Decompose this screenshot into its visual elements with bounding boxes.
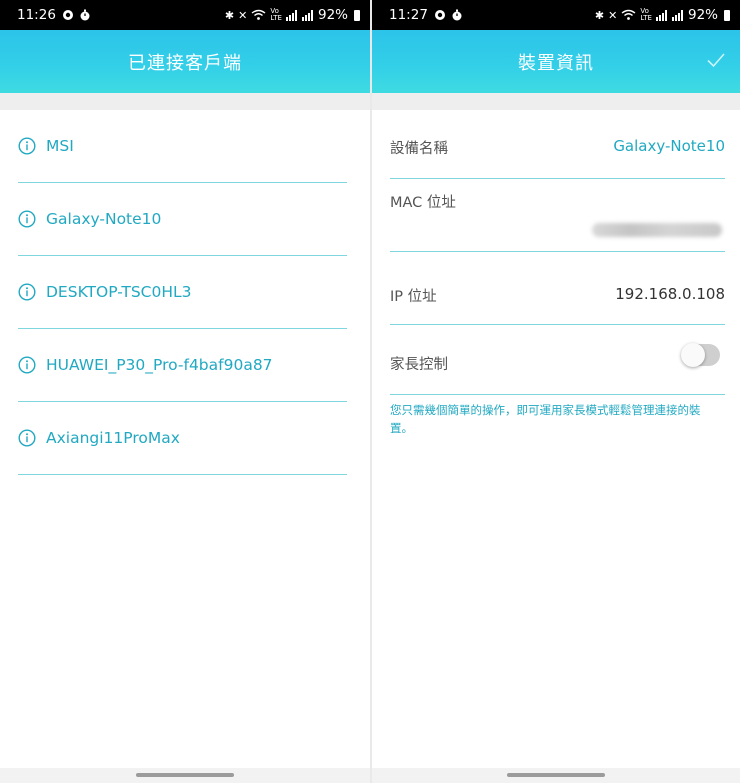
parental-control-hint: 您只需幾個簡單的操作，即可運用家長模式輕鬆管理連接的裝置。 (390, 403, 701, 435)
status-time: 11:27 (389, 7, 428, 23)
navigation-bar (0, 768, 370, 783)
volte-icon: Vo LTE (270, 7, 282, 22)
mac-value-redacted (592, 223, 722, 237)
status-time: 11:26 (17, 7, 56, 23)
signal-icon-2 (671, 9, 683, 21)
mute-icon: ✕ (238, 8, 248, 22)
client-name: DESKTOP-TSC0HL3 (46, 283, 192, 301)
sync-icon (62, 10, 73, 20)
mac-label: MAC 位址 (390, 195, 456, 211)
home-gesture-handle[interactable] (136, 773, 234, 777)
wifi-icon (621, 9, 636, 20)
bluetooth-icon: ✱ (224, 8, 235, 22)
connected-clients-screen: 11:26 ✱ ✕ Vo LTE 92% 已連接客戶端 MSI Galaxy-No… (0, 0, 370, 783)
app-bar: 裝置資訊 (372, 30, 740, 93)
device-name-row: 設備名稱 Galaxy-Note10 (390, 110, 725, 179)
ip-value: 192.168.0.108 (615, 285, 725, 303)
info-icon[interactable] (18, 356, 36, 374)
wifi-icon (251, 9, 266, 20)
device-name-value[interactable]: Galaxy-Note10 (613, 137, 725, 155)
client-name: Galaxy-Note10 (46, 210, 162, 228)
timer-icon (452, 9, 462, 21)
info-icon[interactable] (18, 137, 36, 155)
device-detail: 設備名稱 Galaxy-Note10 MAC 位址 IP 位址 192.168.… (390, 110, 725, 437)
info-icon[interactable] (18, 283, 36, 301)
client-row-huawei[interactable]: HUAWEI_P30_Pro-f4baf90a87 (18, 329, 347, 402)
client-row-axiangi[interactable]: Axiangi11ProMax (18, 402, 347, 475)
parental-control-toggle[interactable] (681, 343, 720, 367)
client-row-desktop[interactable]: DESKTOP-TSC0HL3 (18, 256, 347, 329)
client-name: MSI (46, 137, 74, 155)
status-bar: 11:26 ✱ ✕ Vo LTE 92% (0, 0, 370, 30)
battery-percent: 92% (317, 7, 348, 23)
navigation-bar (372, 768, 740, 783)
info-icon[interactable] (18, 429, 36, 447)
battery-percent: 92% (687, 7, 718, 23)
bluetooth-icon: ✱ (594, 8, 605, 22)
client-name: Axiangi11ProMax (46, 429, 180, 447)
home-gesture-handle[interactable] (507, 773, 605, 777)
signal-icon (285, 9, 297, 21)
parental-control-row: 家長控制 (390, 325, 725, 395)
info-icon[interactable] (18, 210, 36, 228)
parental-control-label: 家長控制 (390, 357, 448, 373)
status-bar: 11:27 ✱ ✕ Vo LTE 92% (372, 0, 740, 30)
check-icon[interactable] (704, 48, 728, 72)
battery-icon (724, 9, 730, 21)
signal-icon (655, 9, 667, 21)
mute-icon: ✕ (608, 8, 618, 22)
battery-icon (354, 9, 360, 21)
ip-row: IP 位址 192.168.0.108 (390, 252, 725, 325)
section-spacer (372, 93, 740, 110)
device-name-label: 設備名稱 (390, 141, 448, 157)
timer-icon (80, 9, 90, 21)
section-spacer (0, 93, 370, 110)
toggle-knob (681, 343, 705, 367)
client-list: MSI Galaxy-Note10 DESKTOP-TSC0HL3 HUAWEI… (18, 110, 347, 475)
client-row-msi[interactable]: MSI (18, 110, 347, 183)
page-title: 裝置資訊 (518, 52, 594, 74)
device-info-screen: 11:27 ✱ ✕ Vo LTE 92% 裝置資訊 設備名稱 Galaxy-Not… (372, 0, 740, 783)
client-row-galaxy-note10[interactable]: Galaxy-Note10 (18, 183, 347, 256)
volte-icon: Vo LTE (640, 7, 652, 22)
app-bar: 已連接客戶端 (0, 30, 370, 93)
mac-row: MAC 位址 (390, 179, 725, 252)
client-name: HUAWEI_P30_Pro-f4baf90a87 (46, 356, 273, 374)
ip-label: IP 位址 (390, 289, 437, 305)
signal-icon-2 (301, 9, 313, 21)
sync-icon (434, 10, 445, 20)
page-title: 已連接客戶端 (128, 52, 242, 74)
